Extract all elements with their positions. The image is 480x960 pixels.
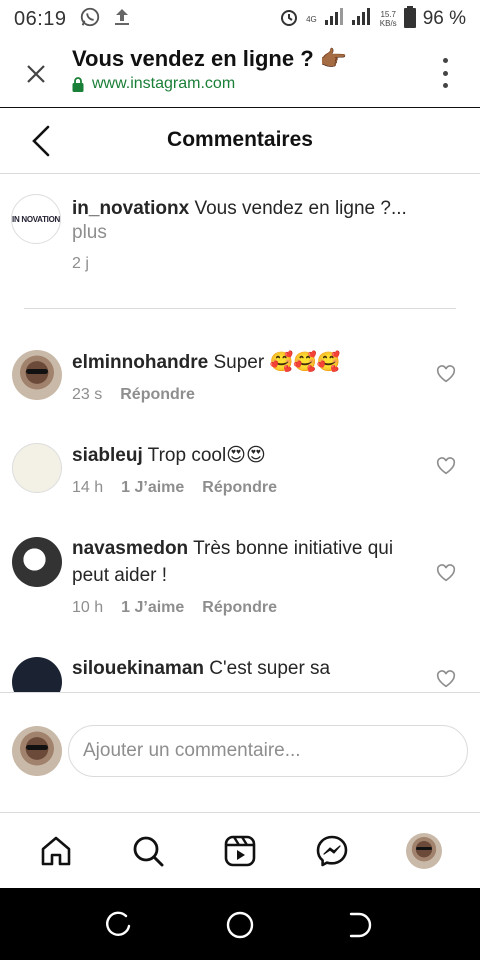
speed-value: 15.7 [380,10,397,19]
comment-time: 10 h [72,599,104,616]
heart-icon[interactable] [436,457,456,475]
data-speed: 15.7 KB/s [380,10,397,28]
comment-username[interactable]: siableuj [72,445,143,466]
comment-meta: 23 s Répondre [72,386,195,404]
home-button-icon[interactable] [225,910,255,940]
avatar[interactable] [12,443,62,493]
comment-text: elminnohandre Super 🥰🥰🥰 [72,349,412,376]
nav-messenger[interactable] [314,833,350,869]
caption-text: in_novationx Vous vendez en ligne ?... [72,195,452,222]
comment-time: 23 s [72,386,103,403]
whatsapp-icon [79,6,101,33]
likes-count[interactable]: 1 J’aime [121,599,184,617]
home-icon [41,836,71,866]
more-link[interactable]: plus [72,222,107,244]
comment-meta: 14 h 1 J’aime Répondre [72,479,277,497]
dot-icon [442,58,448,63]
signal-icon-2 [351,7,373,31]
heart-icon[interactable] [436,670,456,688]
avatar[interactable]: IN NOVATION [11,194,61,244]
signal-icon [324,7,344,31]
comment-body: C'est super sa [204,658,331,679]
dot-icon [442,70,448,76]
heart-icon[interactable] [436,564,456,582]
avatar [12,726,62,776]
comment-meta: 10 h 1 J’aime Répondre [72,599,277,617]
comment-input[interactable] [68,725,468,777]
comment-body: Super 🥰🥰🥰 [208,352,341,373]
add-comment-bar [0,692,480,812]
reply-button[interactable]: Répondre [202,599,277,617]
heart-icon[interactable] [436,365,456,383]
messenger-icon [316,835,348,867]
likes-count[interactable]: 1 J’aime [121,479,184,497]
back-icon[interactable] [345,910,375,940]
speed-unit: KB/s [379,19,397,28]
network-type: 4G [306,14,317,24]
avatar-logo-text: IN NOVATION [12,214,60,224]
close-icon [27,65,45,83]
nav-search[interactable] [130,833,166,869]
nav-profile-avatar[interactable] [406,833,442,869]
reply-button[interactable]: Répondre [202,479,277,497]
status-time: 06:19 [14,7,67,30]
battery-percent: 96 % [422,8,466,29]
comment-text: silouekinaman C'est super sa [72,655,412,682]
comment-text: siableuj Trop cool😍😍 [72,442,412,469]
bottom-navigation [0,812,480,888]
url-text: www.instagram.com [92,75,236,92]
avatar[interactable] [12,657,62,692]
overflow-menu-button[interactable] [440,58,450,88]
system-navigation-bar [0,888,480,960]
comment-time: 14 h [72,479,104,496]
avatar[interactable] [12,350,62,400]
comment-username[interactable]: elminnohandre [72,352,208,373]
url-display[interactable]: www.instagram.com [72,75,235,93]
nav-reels[interactable] [222,833,258,869]
dot-icon [442,83,448,88]
avatar[interactable] [12,537,62,587]
lock-icon [72,76,84,92]
comment-username[interactable]: silouekinaman [72,658,204,679]
comment-text: navasmedon Très bonne initiative qui peu… [72,535,402,589]
caption-timestamp: 2 j [72,255,89,272]
comments-list[interactable]: elminnohandre Super 🥰🥰🥰 23 s Répondre si… [0,309,480,692]
comment-body: Trop cool😍😍 [142,445,266,466]
post-caption: IN NOVATION in_novationx Vous vendez en … [0,174,480,309]
nav-home[interactable] [38,833,74,869]
status-bar: 06:19 4G 15.7 KB/s 96 % [0,0,480,38]
page-title: Vous vendez en ligne ? 👉🏾 [72,46,348,71]
comments-header: Commentaires [0,108,480,174]
header-title: Commentaires [167,128,313,151]
recents-icon[interactable] [105,910,135,940]
upload-icon [113,7,131,32]
close-tab-button[interactable] [22,60,50,88]
search-icon [133,836,164,867]
comment-username[interactable]: navasmedon [72,538,188,559]
browser-toolbar: Vous vendez en ligne ? 👉🏾 www.instagram.… [0,38,480,108]
reels-icon [224,835,256,867]
battery-icon [403,5,416,33]
alarm-icon [279,7,299,32]
caption-username[interactable]: in_novationx [72,198,189,219]
reply-button[interactable]: Répondre [120,386,195,404]
caption-body: Vous vendez en ligne ?... [189,198,407,219]
